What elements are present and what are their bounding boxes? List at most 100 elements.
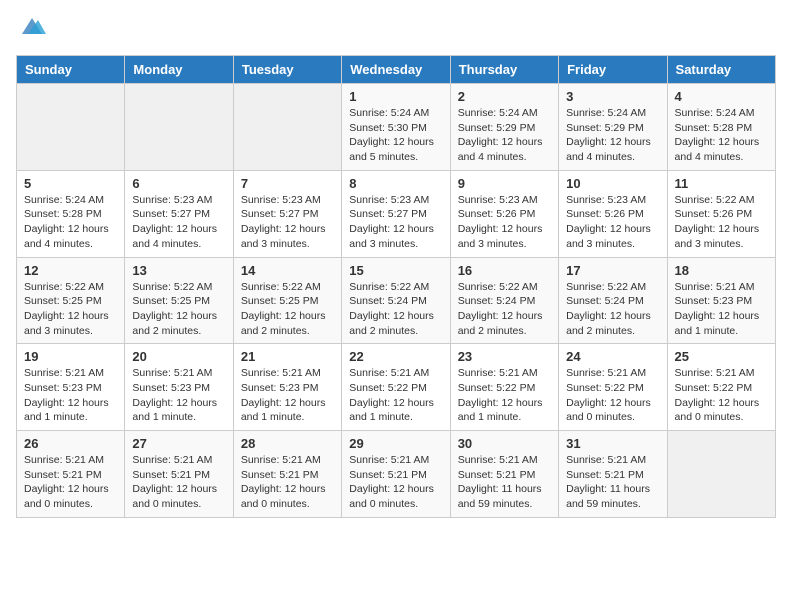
day-info: Sunrise: 5:22 AMSunset: 5:24 PMDaylight:… <box>566 280 659 339</box>
calendar-header-row: SundayMondayTuesdayWednesdayThursdayFrid… <box>17 56 776 84</box>
day-info: Sunrise: 5:23 AMSunset: 5:27 PMDaylight:… <box>132 193 225 252</box>
day-info: Sunrise: 5:21 AMSunset: 5:23 PMDaylight:… <box>241 366 334 425</box>
calendar-cell: 31 Sunrise: 5:21 AMSunset: 5:21 PMDayligh… <box>559 431 667 518</box>
day-info: Sunrise: 5:21 AMSunset: 5:21 PMDaylight:… <box>132 453 225 512</box>
calendar-week-2: 5Sunrise: 5:24 AMSunset: 5:28 PMDaylight… <box>17 170 776 257</box>
calendar-cell: 27 Sunrise: 5:21 AMSunset: 5:21 PMDayligh… <box>125 431 233 518</box>
calendar-cell: 23 Sunrise: 5:21 AMSunset: 5:22 PMDayligh… <box>450 344 558 431</box>
day-info: Sunrise: 5:24 AMSunset: 5:28 PMDaylight:… <box>675 106 768 165</box>
day-info: Sunrise: 5:24 AMSunset: 5:29 PMDaylight:… <box>458 106 551 165</box>
day-header-wednesday: Wednesday <box>342 56 450 84</box>
day-number: 10 <box>566 176 659 191</box>
day-header-thursday: Thursday <box>450 56 558 84</box>
day-number: 25 <box>675 349 768 364</box>
page-header <box>16 16 776 43</box>
calendar-cell: 26 Sunrise: 5:21 AMSunset: 5:21 PMDayligh… <box>17 431 125 518</box>
calendar-cell: 14 Sunrise: 5:22 AMSunset: 5:25 PMDayligh… <box>233 257 341 344</box>
day-number: 16 <box>458 263 551 278</box>
calendar-cell: 16 Sunrise: 5:22 AMSunset: 5:24 PMDayligh… <box>450 257 558 344</box>
calendar-cell <box>125 84 233 171</box>
calendar-cell: 25Sunrise: 5:21 AMSunset: 5:22 PMDayligh… <box>667 344 775 431</box>
day-number: 31 <box>566 436 659 451</box>
calendar-cell: 2 Sunrise: 5:24 AMSunset: 5:29 PMDaylight… <box>450 84 558 171</box>
calendar-cell: 6 Sunrise: 5:23 AMSunset: 5:27 PMDaylight… <box>125 170 233 257</box>
day-info: Sunrise: 5:21 AMSunset: 5:22 PMDaylight:… <box>458 366 551 425</box>
calendar-table: SundayMondayTuesdayWednesdayThursdayFrid… <box>16 55 776 518</box>
day-number: 29 <box>349 436 442 451</box>
day-info: Sunrise: 5:21 AMSunset: 5:21 PMDaylight:… <box>241 453 334 512</box>
day-number: 27 <box>132 436 225 451</box>
day-info: Sunrise: 5:23 AMSunset: 5:27 PMDaylight:… <box>349 193 442 252</box>
calendar-cell: 9 Sunrise: 5:23 AMSunset: 5:26 PMDaylight… <box>450 170 558 257</box>
calendar-cell <box>17 84 125 171</box>
day-header-friday: Friday <box>559 56 667 84</box>
calendar-cell: 30Sunrise: 5:21 AMSunset: 5:21 PMDayligh… <box>450 431 558 518</box>
day-number: 12 <box>24 263 117 278</box>
calendar-cell: 20 Sunrise: 5:21 AMSunset: 5:23 PMDayligh… <box>125 344 233 431</box>
logo <box>16 16 46 43</box>
calendar-cell: 5Sunrise: 5:24 AMSunset: 5:28 PMDaylight… <box>17 170 125 257</box>
day-header-saturday: Saturday <box>667 56 775 84</box>
calendar-cell: 17 Sunrise: 5:22 AMSunset: 5:24 PMDayligh… <box>559 257 667 344</box>
day-number: 5 <box>24 176 117 191</box>
day-number: 23 <box>458 349 551 364</box>
day-info: Sunrise: 5:21 AMSunset: 5:22 PMDaylight:… <box>566 366 659 425</box>
day-number: 6 <box>132 176 225 191</box>
day-info: Sunrise: 5:22 AMSunset: 5:24 PMDaylight:… <box>458 280 551 339</box>
day-header-monday: Monday <box>125 56 233 84</box>
day-info: Sunrise: 5:21 AMSunset: 5:23 PMDaylight:… <box>132 366 225 425</box>
calendar-week-3: 12 Sunrise: 5:22 AMSunset: 5:25 PMDayligh… <box>17 257 776 344</box>
calendar-cell <box>667 431 775 518</box>
day-number: 17 <box>566 263 659 278</box>
day-info: Sunrise: 5:24 AMSunset: 5:30 PMDaylight:… <box>349 106 442 165</box>
day-number: 24 <box>566 349 659 364</box>
calendar-week-4: 19 Sunrise: 5:21 AMSunset: 5:23 PMDayligh… <box>17 344 776 431</box>
day-number: 3 <box>566 89 659 104</box>
calendar-cell: 10 Sunrise: 5:23 AMSunset: 5:26 PMDayligh… <box>559 170 667 257</box>
day-info: Sunrise: 5:21 AMSunset: 5:21 PMDaylight:… <box>24 453 117 512</box>
day-info: Sunrise: 5:23 AMSunset: 5:26 PMDaylight:… <box>458 193 551 252</box>
day-info: Sunrise: 5:21 AMSunset: 5:22 PMDaylight:… <box>349 366 442 425</box>
day-number: 26 <box>24 436 117 451</box>
calendar-cell: 4 Sunrise: 5:24 AMSunset: 5:28 PMDaylight… <box>667 84 775 171</box>
day-info: Sunrise: 5:21 AMSunset: 5:23 PMDaylight:… <box>675 280 768 339</box>
calendar-cell: 21Sunrise: 5:21 AMSunset: 5:23 PMDayligh… <box>233 344 341 431</box>
day-number: 11 <box>675 176 768 191</box>
day-number: 20 <box>132 349 225 364</box>
day-number: 28 <box>241 436 334 451</box>
day-header-tuesday: Tuesday <box>233 56 341 84</box>
calendar-cell: 24 Sunrise: 5:21 AMSunset: 5:22 PMDayligh… <box>559 344 667 431</box>
day-number: 7 <box>241 176 334 191</box>
calendar-cell: 29 Sunrise: 5:21 AMSunset: 5:21 PMDayligh… <box>342 431 450 518</box>
calendar-cell: 12 Sunrise: 5:22 AMSunset: 5:25 PMDayligh… <box>17 257 125 344</box>
day-number: 18 <box>675 263 768 278</box>
day-info: Sunrise: 5:21 AMSunset: 5:21 PMDaylight:… <box>566 453 659 512</box>
day-number: 13 <box>132 263 225 278</box>
day-info: Sunrise: 5:22 AMSunset: 5:25 PMDaylight:… <box>24 280 117 339</box>
day-number: 14 <box>241 263 334 278</box>
day-number: 1 <box>349 89 442 104</box>
day-info: Sunrise: 5:24 AMSunset: 5:29 PMDaylight:… <box>566 106 659 165</box>
calendar-cell: 8Sunrise: 5:23 AMSunset: 5:27 PMDaylight… <box>342 170 450 257</box>
calendar-cell: 19 Sunrise: 5:21 AMSunset: 5:23 PMDayligh… <box>17 344 125 431</box>
day-number: 9 <box>458 176 551 191</box>
day-number: 15 <box>349 263 442 278</box>
day-info: Sunrise: 5:22 AMSunset: 5:25 PMDaylight:… <box>241 280 334 339</box>
calendar-cell: 15Sunrise: 5:22 AMSunset: 5:24 PMDayligh… <box>342 257 450 344</box>
calendar-cell: 22Sunrise: 5:21 AMSunset: 5:22 PMDayligh… <box>342 344 450 431</box>
calendar-cell: 7Sunrise: 5:23 AMSunset: 5:27 PMDaylight… <box>233 170 341 257</box>
day-info: Sunrise: 5:21 AMSunset: 5:23 PMDaylight:… <box>24 366 117 425</box>
day-number: 19 <box>24 349 117 364</box>
calendar-cell: 28 Sunrise: 5:21 AMSunset: 5:21 PMDayligh… <box>233 431 341 518</box>
day-info: Sunrise: 5:21 AMSunset: 5:21 PMDaylight:… <box>458 453 551 512</box>
day-info: Sunrise: 5:21 AMSunset: 5:21 PMDaylight:… <box>349 453 442 512</box>
day-number: 2 <box>458 89 551 104</box>
day-number: 4 <box>675 89 768 104</box>
calendar-cell: 18 Sunrise: 5:21 AMSunset: 5:23 PMDayligh… <box>667 257 775 344</box>
calendar-week-1: 1 Sunrise: 5:24 AMSunset: 5:30 PMDaylight… <box>17 84 776 171</box>
calendar-cell: 1 Sunrise: 5:24 AMSunset: 5:30 PMDaylight… <box>342 84 450 171</box>
day-info: Sunrise: 5:23 AMSunset: 5:26 PMDaylight:… <box>566 193 659 252</box>
calendar-cell: 13 Sunrise: 5:22 AMSunset: 5:25 PMDayligh… <box>125 257 233 344</box>
day-info: Sunrise: 5:22 AMSunset: 5:25 PMDaylight:… <box>132 280 225 339</box>
calendar-cell: 11Sunrise: 5:22 AMSunset: 5:26 PMDayligh… <box>667 170 775 257</box>
